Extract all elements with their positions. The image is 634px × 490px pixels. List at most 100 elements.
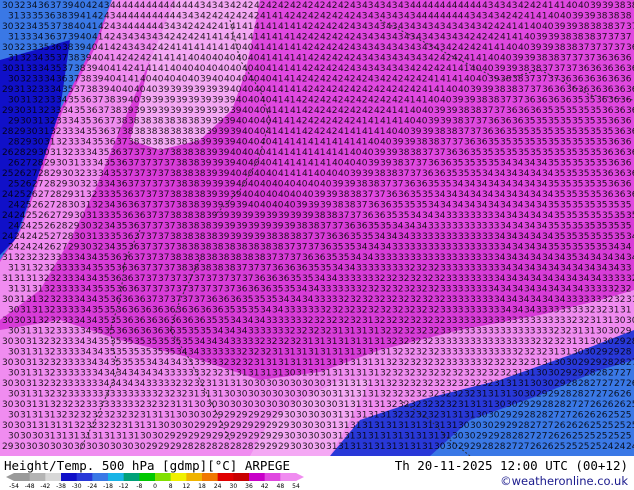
contour-label: 35 [614,232,625,242]
contour-label: 35 [578,148,589,158]
contour-label: 41 [272,33,283,43]
contour-label: 31 [38,127,49,137]
contour-label: 40 [416,117,428,127]
contour-label: 33 [560,306,571,316]
contour-label: 30 [608,327,620,337]
contour-label: 40 [236,138,248,148]
contour-label: 38 [158,127,170,137]
contour-label: 33 [80,159,91,169]
contour-label: 30 [452,432,464,442]
contour-label: 40 [74,22,86,32]
contour-label: 32 [56,138,67,148]
contour-label: 28 [536,411,548,421]
contour-label: 42 [224,12,235,22]
contour-label: 30 [62,169,74,179]
contour-label: 38 [188,117,200,127]
contour-label: 37 [452,138,463,148]
contour-label: 39 [242,232,254,242]
contour-label: 36 [488,117,500,127]
contour-label: 36 [116,264,128,274]
contour-label: 34 [518,295,530,305]
contour-label: 42 [440,54,451,64]
scale-swatch [155,473,172,481]
contour-label: 35 [446,169,457,179]
contour-label: 34 [80,306,92,316]
contour-label: 39 [506,64,518,74]
contour-label: 39 [218,148,230,158]
contour-label: 37 [554,64,565,74]
contour-label: 36 [128,306,140,316]
contour-label: 32 [608,285,619,295]
contour-label: 37 [494,106,505,116]
contour-label: 37 [158,148,169,158]
contour-label: 42 [92,12,103,22]
contour-label: 29 [68,243,80,253]
contour-label: 41 [284,138,295,148]
contour-label: 39 [200,201,212,211]
contour-label: 34 [368,243,380,253]
contour-label: 36 [602,85,614,95]
contour-label: 42 [266,1,277,11]
contour-label: 38 [620,12,632,22]
contour-label: 37 [566,64,577,74]
contour-label: 31 [386,421,397,431]
contour-label: 34 [92,159,104,169]
contour-label: 40 [476,75,488,85]
contour-label: 40 [122,85,134,95]
contour-label: 32 [44,117,55,127]
contour-label: 34 [92,348,104,358]
scale-label: -42 [40,483,50,489]
contour-label: 31 [332,348,343,358]
contour-label: 35 [32,12,43,22]
contour-label: 30 [248,390,260,400]
contour-label: 30 [20,117,32,127]
contour-label: 35 [542,127,553,137]
contour-label: 32 [110,421,121,431]
contour-label: 41 [278,148,289,158]
contour-label: 42 [476,33,487,43]
contour-label: 42 [320,117,331,127]
contour-label: 42 [446,43,457,53]
contour-label: 33 [308,306,319,316]
contour-label: 36 [122,316,134,326]
contour-label: 36 [248,285,260,295]
contour-label: 31 [488,390,499,400]
contour-label: 35 [536,138,547,148]
map-footer: Height/Temp. 500 hPa [gdmp][°C] ARPEGE T… [0,456,634,490]
contour-label: 36 [176,306,188,316]
contour-label: 34 [548,285,560,295]
contour-label: 42 [416,75,427,85]
contour-label: 27 [584,390,595,400]
contour-label: 38 [194,148,206,158]
contour-label: 43 [476,12,487,22]
contour-label: 42 [398,85,409,95]
contour-label: 30 [2,64,14,74]
contour-label: 40 [236,117,248,127]
contour-label: 35 [602,232,613,242]
contour-label: 34 [146,358,158,368]
contour-label: 32 [422,316,433,326]
contour-label: 35 [524,117,535,127]
contour-label: 32 [50,127,61,137]
contour-label: 40 [314,169,326,179]
contour-label: 38 [236,243,248,253]
contour-label: 30 [14,400,26,410]
contour-label: 36 [626,43,634,53]
contour-label: 32 [128,411,139,421]
contour-label: 38 [392,159,404,169]
contour-label: 30 [8,369,20,379]
contour-label: 28 [8,138,20,148]
contour-label: 35 [566,232,577,242]
contour-label: 34 [512,243,524,253]
contour-label: 42 [308,117,319,127]
contour-label: 41 [464,54,475,64]
contour-label: 41 [242,22,253,32]
contour-label: 39 [290,211,302,221]
contour-label: 35 [590,232,601,242]
contour-label: 24 [2,190,14,200]
contour-label: 42 [392,96,403,106]
contour-label: 35 [62,85,73,95]
contour-label: 35 [626,211,634,221]
contour-label: 33 [98,400,109,410]
contour-label: 34 [374,232,386,242]
